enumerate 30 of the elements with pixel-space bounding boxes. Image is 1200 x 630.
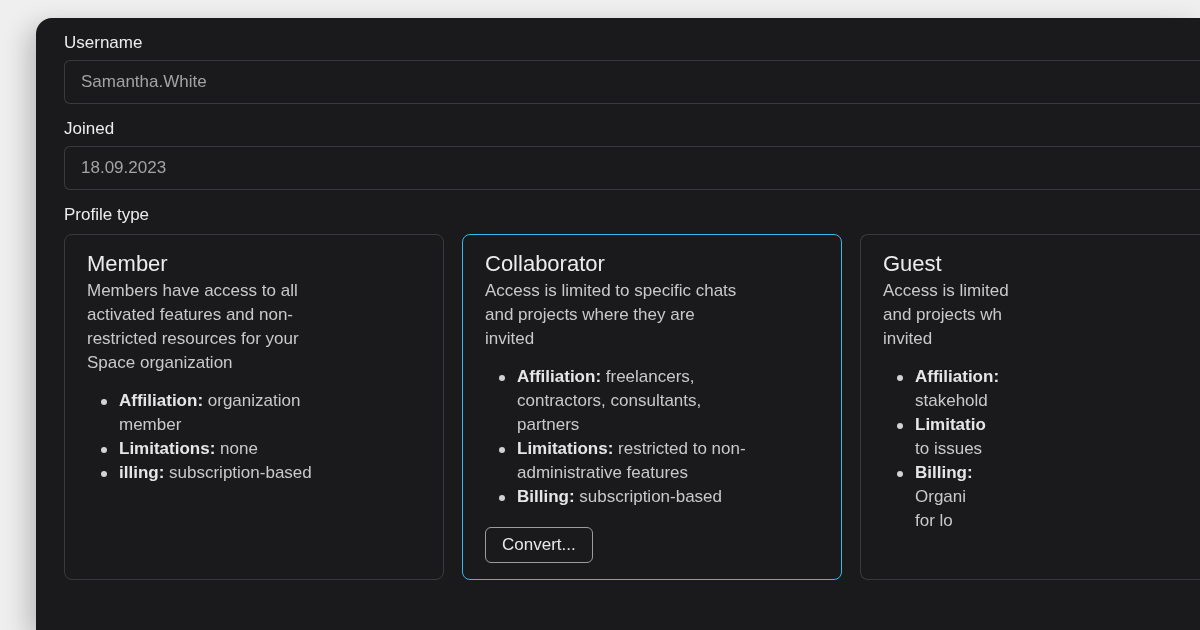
field-label: Username <box>64 32 143 54</box>
bullet-text: Billing: subscription-based <box>517 486 723 508</box>
profile-type-card[interactable] <box>462 234 842 580</box>
card-title: Guest <box>883 251 942 277</box>
card-description: Access is limited and projects wh invited <box>883 280 1009 350</box>
bullet-dot-icon <box>897 423 903 429</box>
profile-type-card[interactable]: Member Members have access to all activated features and non- restricted resources for your Space organization Affiliation: organization member Limitations: none illing: subscription-based <box>64 234 444 580</box>
bullet-dot-icon <box>101 447 107 453</box>
bullet-text: Billing: Organi for lo <box>915 462 973 532</box>
profile-type-card[interactable]: Guest Access is limited and projects wh invited Affiliation: stakehold Limitatio to issues Billing: Organi for lo <box>860 234 1200 580</box>
bullet-text: Limitatio to issues <box>915 414 986 460</box>
field-label: Joined <box>64 118 115 140</box>
card-description: Members have access to all activated features and non- restricted resources for your Space organization <box>87 280 299 374</box>
bullet-dot-icon <box>499 447 505 453</box>
text-field[interactable]: Samantha.White <box>64 60 1200 104</box>
text-field[interactable]: 18.09.2023 <box>64 146 1200 190</box>
bullet-dot-icon <box>499 495 505 501</box>
bullet-dot-icon <box>897 375 903 381</box>
bullet-dot-icon <box>101 399 107 405</box>
card-title: Member <box>87 251 168 277</box>
bullet-dot-icon <box>897 471 903 477</box>
card-description: Access is limited to specific chats and projects where they are invited <box>485 280 737 350</box>
bullet-dot-icon <box>499 375 505 381</box>
card-title: Collaborator <box>485 251 605 277</box>
bullet-text: illing: subscription-based <box>119 462 312 484</box>
bullet-text: Affiliation: stakehold <box>915 366 1000 412</box>
bullet-text: Limitations: none <box>119 438 258 460</box>
convert-button[interactable]: Convert... <box>485 527 593 563</box>
section-label: Profile type <box>64 204 150 226</box>
bullet-dot-icon <box>101 471 107 477</box>
